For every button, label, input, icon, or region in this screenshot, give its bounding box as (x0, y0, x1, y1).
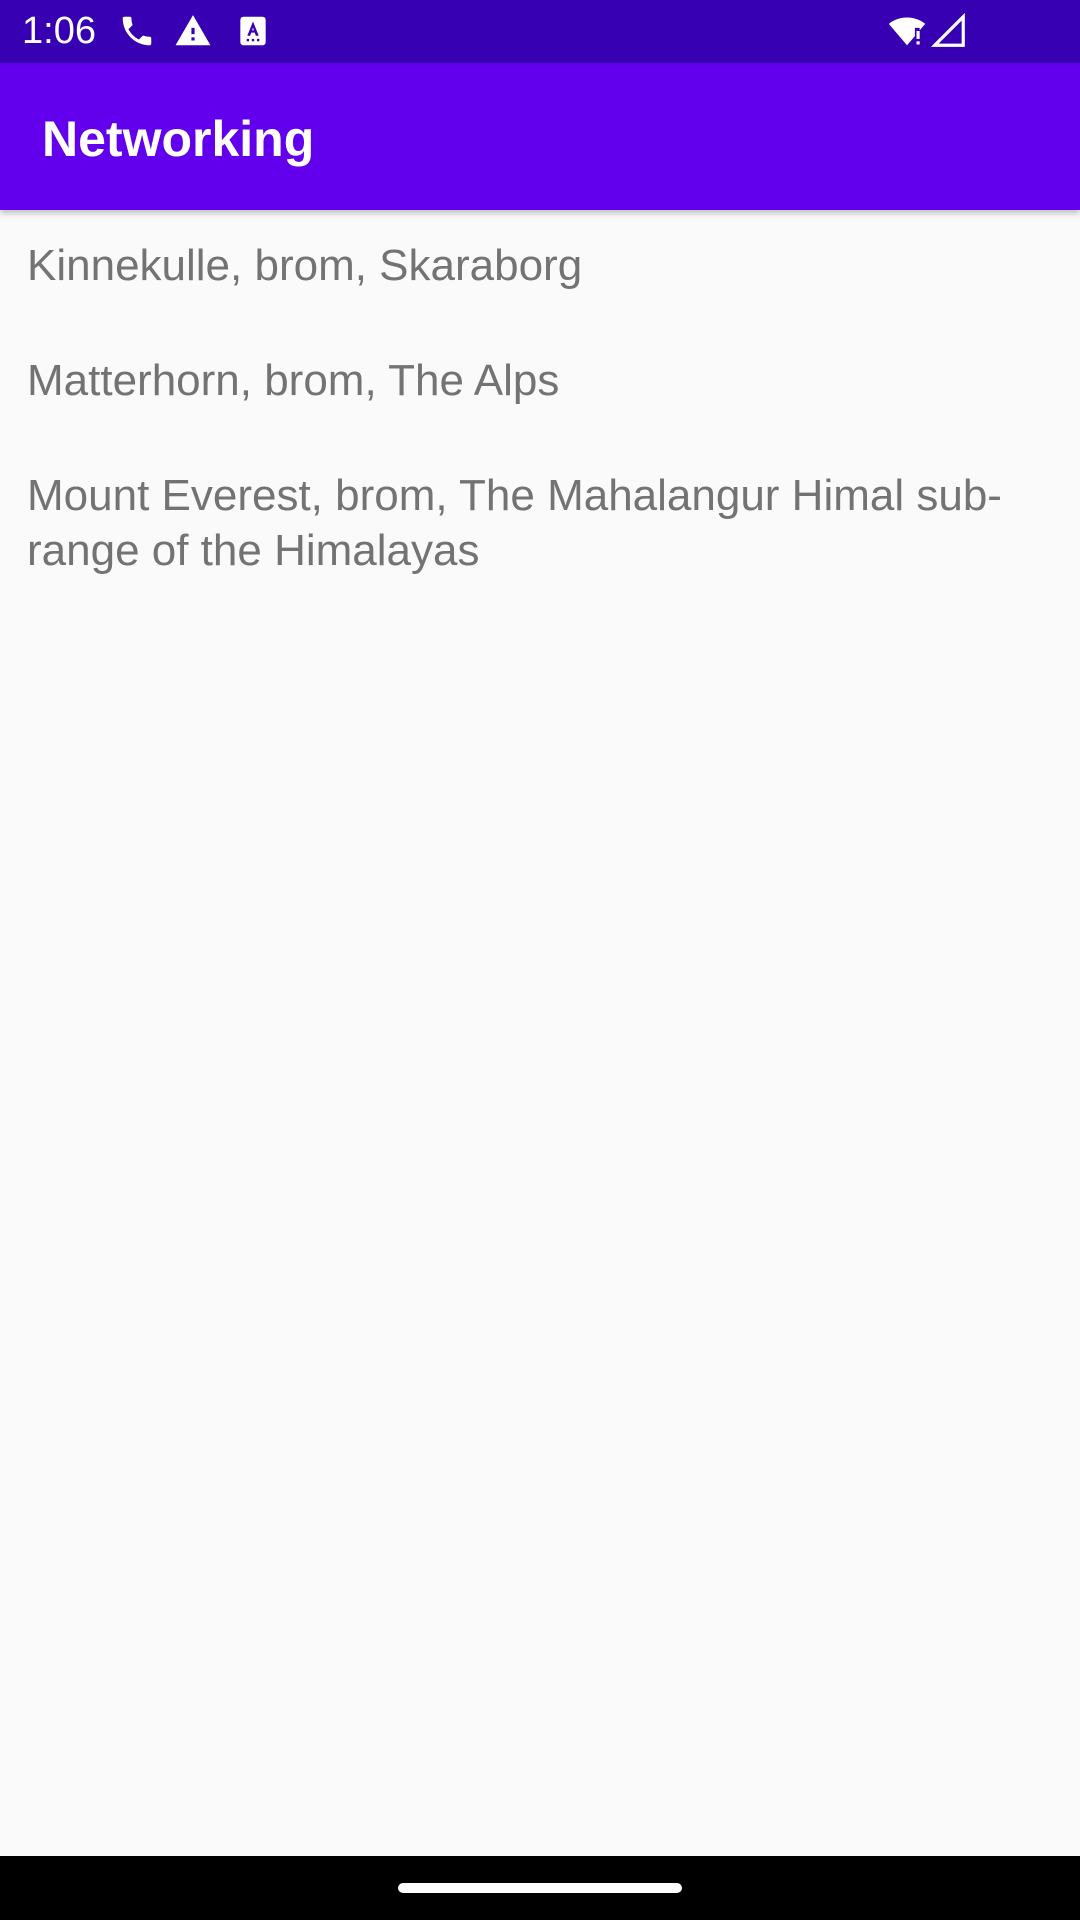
list-item-mount-everest[interactable]: Mount Everest, brom, The Mahalangur Hima… (27, 468, 1027, 578)
mountain-list: Kinnekulle, brom, Skaraborg Matterhorn, … (0, 210, 1080, 1856)
warning-icon (175, 15, 211, 46)
keyboard-a-icon (240, 16, 266, 46)
status-time: 1:06 (22, 10, 96, 52)
status-bar: 1:06 (0, 0, 1080, 63)
phone-icon (122, 16, 152, 46)
signal-icon (930, 12, 965, 47)
app-bar: Networking (0, 63, 1080, 210)
home-handle[interactable] (398, 1883, 682, 1893)
list-item-matterhorn[interactable]: Matterhorn, brom, The Alps (27, 353, 1027, 408)
app-title: Networking (42, 111, 315, 167)
wifi-alert-icon (888, 17, 926, 46)
navigation-bar (0, 1856, 1080, 1920)
list-item-kinnekulle[interactable]: Kinnekulle, brom, Skaraborg (27, 238, 1027, 293)
